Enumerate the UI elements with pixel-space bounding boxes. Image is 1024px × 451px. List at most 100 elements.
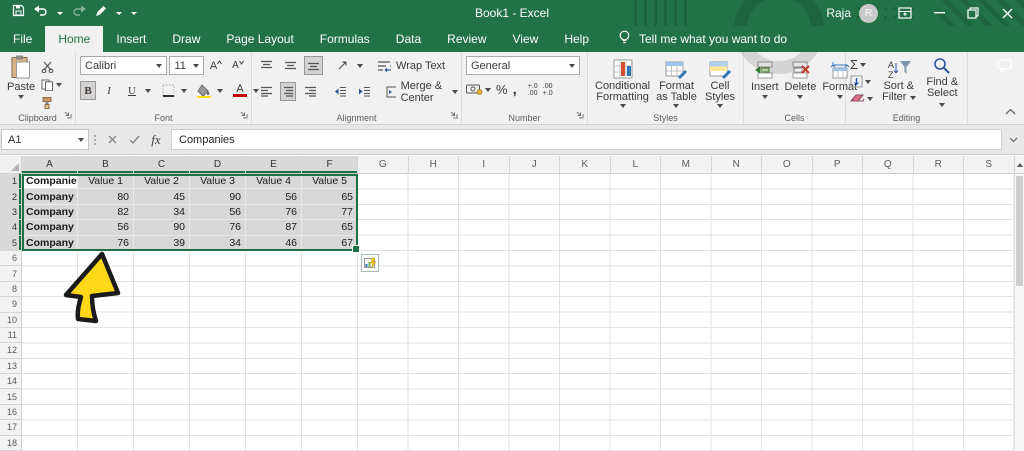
row-header-2[interactable]: 2 xyxy=(0,189,22,204)
percent-style-button[interactable]: % xyxy=(496,82,508,97)
tab-file[interactable]: File xyxy=(0,26,45,52)
column-header-K[interactable]: K xyxy=(560,156,611,174)
column-header-J[interactable]: J xyxy=(510,156,561,174)
minimize-button[interactable] xyxy=(922,0,956,26)
copy-button[interactable] xyxy=(41,77,62,92)
center-button[interactable] xyxy=(280,82,296,101)
cell-E2[interactable]: 56 xyxy=(246,189,302,204)
cell-E3[interactable]: 76 xyxy=(246,205,302,220)
tab-page-layout[interactable]: Page Layout xyxy=(213,26,306,52)
paste-dropdown-icon[interactable] xyxy=(18,95,24,99)
column-header-D[interactable]: D xyxy=(190,156,246,174)
row-header-6[interactable]: 6 xyxy=(0,251,22,266)
autosum-button[interactable]: Σ xyxy=(850,57,873,72)
row-header-17[interactable]: 17 xyxy=(0,420,22,435)
borders-dropdown-icon[interactable] xyxy=(181,89,187,93)
decrease-decimal-button[interactable]: .00+.0 xyxy=(543,83,553,97)
cell-D2[interactable]: 90 xyxy=(190,189,246,204)
column-header-C[interactable]: C xyxy=(134,156,190,174)
decrease-font-button[interactable]: A xyxy=(228,56,248,75)
cell-C1[interactable]: Value 2 xyxy=(134,174,190,189)
column-header-S[interactable]: S xyxy=(964,156,1014,174)
row-header-4[interactable]: 4 xyxy=(0,220,22,235)
format-dropdown-icon[interactable] xyxy=(837,95,843,99)
cell-D3[interactable]: 56 xyxy=(190,205,246,220)
clear-dropdown-icon[interactable] xyxy=(867,97,873,101)
clipboard-dialog-launcher-icon[interactable] xyxy=(63,110,72,122)
column-header-P[interactable]: P xyxy=(813,156,864,174)
decrease-indent-button[interactable] xyxy=(330,82,350,101)
fill-color-button[interactable] xyxy=(194,81,214,100)
vertical-scrollbar[interactable] xyxy=(1014,174,1024,451)
top-align-button[interactable] xyxy=(256,56,276,75)
cell-D1[interactable]: Value 3 xyxy=(190,174,246,189)
cell-E5[interactable]: 46 xyxy=(246,236,302,251)
cell-A5[interactable]: Company D xyxy=(22,236,78,251)
column-header-I[interactable]: I xyxy=(459,156,510,174)
tab-review[interactable]: Review xyxy=(434,26,499,52)
fill-button[interactable] xyxy=(850,74,873,89)
merge-center-dropdown-icon[interactable] xyxy=(452,90,458,94)
find-select-dropdown-icon[interactable] xyxy=(939,103,945,107)
column-header-R[interactable]: R xyxy=(914,156,965,174)
sort-filter-dropdown-icon[interactable] xyxy=(910,96,916,100)
cell-F2[interactable]: 65 xyxy=(302,189,358,204)
column-header-M[interactable]: M xyxy=(661,156,712,174)
cell-A2[interactable]: Company A xyxy=(22,189,78,204)
middle-align-button[interactable] xyxy=(280,56,300,75)
user-name[interactable]: Raja xyxy=(826,6,851,20)
column-header-Q[interactable]: Q xyxy=(863,156,914,174)
row-header-11[interactable]: 11 xyxy=(0,328,22,343)
paste-button[interactable]: Paste xyxy=(4,56,38,110)
tab-insert[interactable]: Insert xyxy=(103,26,159,52)
font-family-select[interactable]: Calibri xyxy=(80,56,167,75)
cell-A3[interactable]: Company B xyxy=(22,205,78,220)
increase-decimal-button[interactable]: +.0.00 xyxy=(528,83,538,97)
pen-mode-icon[interactable] xyxy=(95,4,107,22)
underline-dropdown-icon[interactable] xyxy=(145,89,151,93)
conditional-formatting-button[interactable]: Conditional Formatting xyxy=(592,56,653,110)
cell-B5[interactable]: 76 xyxy=(78,236,134,251)
insert-function-icon[interactable]: fx xyxy=(145,129,167,150)
cut-button[interactable] xyxy=(41,59,62,74)
row-header-12[interactable]: 12 xyxy=(0,343,22,358)
avatar[interactable]: R xyxy=(859,4,878,23)
expand-formula-bar-icon[interactable] xyxy=(1002,137,1024,143)
number-dialog-launcher-icon[interactable] xyxy=(575,110,584,122)
row-header-15[interactable]: 15 xyxy=(0,389,22,404)
cell-E1[interactable]: Value 4 xyxy=(246,174,302,189)
cell-C5[interactable]: 39 xyxy=(134,236,190,251)
pen-dropdown-icon[interactable] xyxy=(116,12,122,15)
number-format-select[interactable]: General xyxy=(466,56,580,75)
tab-help[interactable]: Help xyxy=(551,26,602,52)
customize-qat-icon[interactable] xyxy=(131,12,137,15)
cell-F5[interactable]: 67 xyxy=(302,236,358,251)
cell-D5[interactable]: 34 xyxy=(190,236,246,251)
row-header-3[interactable]: 3 xyxy=(0,205,22,220)
column-header-N[interactable]: N xyxy=(712,156,763,174)
bold-button[interactable]: B xyxy=(80,81,96,100)
format-as-table-button[interactable]: Format as Table xyxy=(653,56,700,110)
column-header-F[interactable]: F xyxy=(302,156,358,174)
column-header-E[interactable]: E xyxy=(246,156,302,174)
cell-C3[interactable]: 34 xyxy=(134,205,190,220)
select-all-button[interactable] xyxy=(0,156,22,174)
tab-draw[interactable]: Draw xyxy=(159,26,213,52)
format-as-table-dropdown-icon[interactable] xyxy=(673,104,679,108)
copy-dropdown-icon[interactable] xyxy=(56,83,62,87)
name-box[interactable]: A1 xyxy=(1,129,89,150)
enter-icon[interactable] xyxy=(123,129,145,150)
row-header-13[interactable]: 13 xyxy=(0,359,22,374)
cell-C4[interactable]: 90 xyxy=(134,220,190,235)
alignment-dialog-launcher-icon[interactable] xyxy=(449,110,458,122)
close-button[interactable] xyxy=(990,0,1024,26)
cancel-icon[interactable] xyxy=(101,129,123,150)
orientation-button[interactable] xyxy=(333,56,353,75)
delete-cells-button[interactable]: Delete xyxy=(782,56,820,110)
undo-dropdown-icon[interactable] xyxy=(57,12,63,15)
formula-bar-resize-handle[interactable] xyxy=(89,135,101,145)
increase-font-button[interactable]: A xyxy=(206,56,226,75)
accounting-dropdown-icon[interactable] xyxy=(485,88,491,92)
fill-color-dropdown-icon[interactable] xyxy=(217,89,223,93)
tab-data[interactable]: Data xyxy=(383,26,434,52)
